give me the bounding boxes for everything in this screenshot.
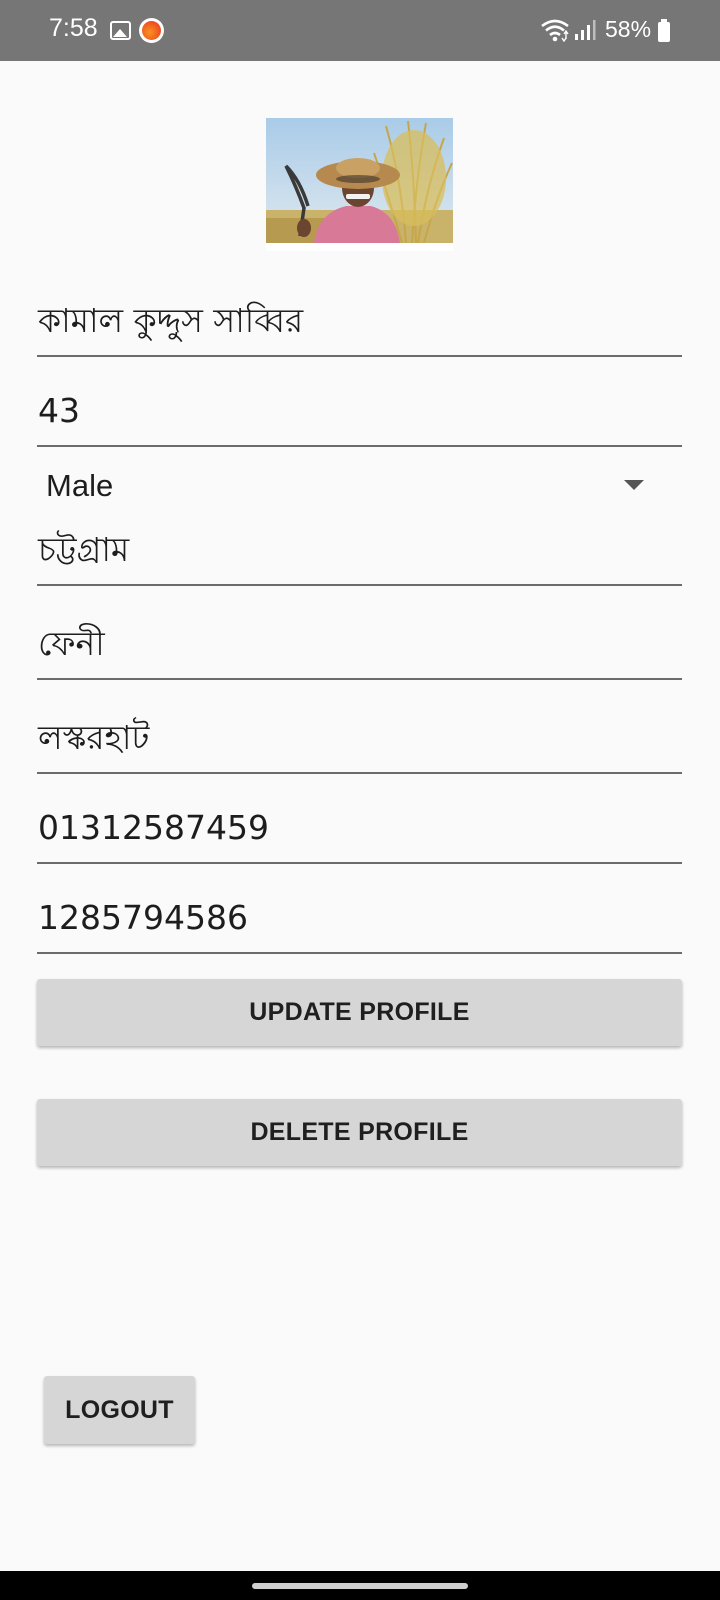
profile-photo — [266, 118, 453, 251]
app-notification-icon — [139, 18, 164, 43]
logout-button[interactable]: LOGOUT — [44, 1376, 195, 1444]
gender-value: Male — [46, 468, 114, 503]
status-bar: 7:58 58% — [0, 0, 720, 61]
navigation-bar — [0, 1571, 720, 1600]
nid-field[interactable]: 1285794586 — [37, 898, 682, 954]
nid-value: 1285794586 — [38, 898, 248, 937]
division-value: চট্টগ্রাম — [38, 530, 130, 569]
signal-icon — [575, 20, 596, 40]
status-time: 7:58 — [49, 14, 98, 42]
chevron-down-icon — [624, 480, 644, 490]
age-value: 43 — [38, 391, 80, 430]
home-gesture-handle[interactable] — [252, 1583, 468, 1589]
name-field[interactable]: কামাল কুদ্দুস সাব্বির — [37, 296, 682, 357]
upazila-value: লস্করহাট — [38, 718, 150, 757]
name-value: কামাল কুদ্দুস সাব্বির — [38, 301, 304, 340]
gender-spinner[interactable]: Male — [37, 462, 682, 512]
phone-field[interactable]: 01312587459 — [37, 808, 682, 864]
district-value: ফেনী — [38, 624, 105, 663]
battery-percentage: 58% — [605, 16, 652, 42]
division-field[interactable]: চট্টগ্রাম — [37, 528, 682, 586]
phone-value: 01312587459 — [38, 808, 269, 847]
update-profile-button[interactable]: UPDATE PROFILE — [37, 979, 682, 1046]
wifi-icon — [541, 19, 569, 42]
age-field[interactable]: 43 — [37, 392, 682, 447]
battery-icon — [658, 19, 670, 42]
gallery-icon — [110, 21, 131, 40]
district-field[interactable]: ফেনী — [37, 622, 682, 680]
upazila-field[interactable]: লস্করহাট — [37, 716, 682, 774]
delete-profile-button[interactable]: DELETE PROFILE — [37, 1099, 682, 1166]
